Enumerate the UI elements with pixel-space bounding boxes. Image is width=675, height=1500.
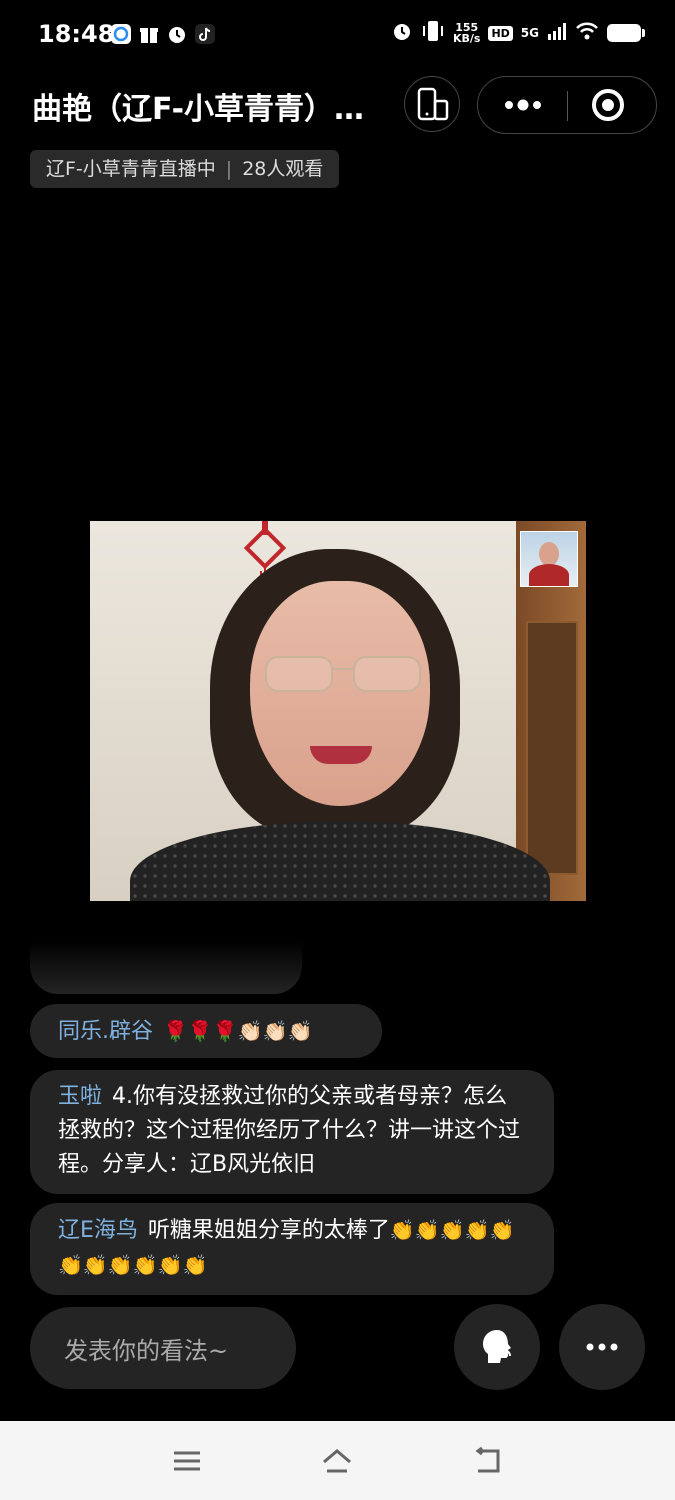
- live-status-text: 辽F-小草青青直播中: [46, 158, 216, 180]
- vibrate-icon: [421, 20, 445, 46]
- net-speed-unit: KB/s: [452, 32, 481, 45]
- notification-icons: [110, 23, 216, 45]
- tiktok-icon: [194, 23, 216, 45]
- pip-body: [529, 564, 569, 586]
- separator: |: [225, 158, 233, 180]
- wifi-icon: [575, 21, 599, 45]
- capsule-divider: [567, 91, 568, 121]
- alarm-icon: [166, 23, 188, 45]
- network-speed: 155 KB/s: [453, 22, 480, 44]
- close-mini-program-button[interactable]: [590, 87, 626, 123]
- pip-face: [539, 542, 559, 566]
- comment-faded: [30, 940, 302, 994]
- comment-item: 玉啦 4.你有没拯救过你的父亲或者母亲？怎么拯救的？这个过程你经历了什么？讲一讲这…: [30, 1070, 554, 1194]
- battery-icon: [607, 24, 645, 42]
- hd-badge: HD: [488, 25, 513, 41]
- comment-username[interactable]: 同乐.辟谷: [58, 1019, 153, 1044]
- chat-app-icon: [110, 23, 132, 45]
- comment-input-placeholder: 发表你的看法~: [64, 1337, 229, 1365]
- status-indicators: 155 KB/s HD 5G: [391, 20, 645, 46]
- presenter-smile: [310, 746, 372, 764]
- alarm-icon: [391, 20, 413, 46]
- more-actions-button[interactable]: [559, 1304, 645, 1390]
- live-video[interactable]: [90, 521, 586, 901]
- screen-rotate-icon: [417, 87, 449, 121]
- network-type: 5G: [520, 26, 539, 40]
- signal-icon: [547, 22, 567, 44]
- wardrobe: [526, 621, 578, 875]
- comment-username[interactable]: 玉啦: [58, 1084, 102, 1109]
- screen-rotate-button[interactable]: [404, 76, 460, 132]
- menu-icon[interactable]: [171, 1445, 203, 1477]
- glasses: [265, 656, 421, 692]
- speaking-head-icon: [483, 1330, 511, 1363]
- comment-input[interactable]: 发表你的看法~: [30, 1307, 296, 1389]
- comment-item: 同乐.辟谷 🌹🌹🌹👏🏻👏🏻👏🏻: [30, 1004, 382, 1058]
- viewer-count: 28人观看: [242, 158, 324, 180]
- system-nav-bar: [0, 1421, 675, 1500]
- comment-item: 辽E海鸟 听糖果姐姐分享的太棒了👏👏👏👏👏👏👏👏👏👏👏: [30, 1203, 554, 1295]
- comment-text: 4.你有没拯救过你的父亲或者母亲？怎么拯救的？这个过程你经历了什么？讲一讲这个过…: [58, 1084, 521, 1177]
- status-bar: 18:48 155 KB/s HD 5G: [0, 0, 675, 70]
- mini-program-capsule: [477, 76, 657, 134]
- comment-text: 听糖果姐姐分享的太棒了: [147, 1218, 390, 1243]
- more-menu-button[interactable]: [500, 87, 546, 123]
- voice-chat-button[interactable]: [454, 1304, 540, 1390]
- page-title: 曲艳（辽F-小草青青）…: [32, 92, 365, 127]
- live-status-pill: 辽F-小草青青直播中 | 28人观看: [30, 150, 340, 188]
- more-dots-icon: [586, 1343, 618, 1351]
- more-dots-icon: [505, 99, 541, 111]
- gift-icon: [138, 23, 160, 45]
- picture-in-picture-video[interactable]: [520, 531, 578, 587]
- comment-emoji: 🌹🌹🌹👏🏻👏🏻👏🏻: [163, 1019, 313, 1043]
- target-circle-icon: [592, 89, 624, 121]
- comment-username[interactable]: 辽E海鸟: [58, 1218, 138, 1243]
- home-icon[interactable]: [321, 1445, 353, 1477]
- back-icon[interactable]: [472, 1445, 504, 1477]
- status-time: 18:48: [38, 20, 115, 48]
- floral-pattern: [130, 821, 550, 901]
